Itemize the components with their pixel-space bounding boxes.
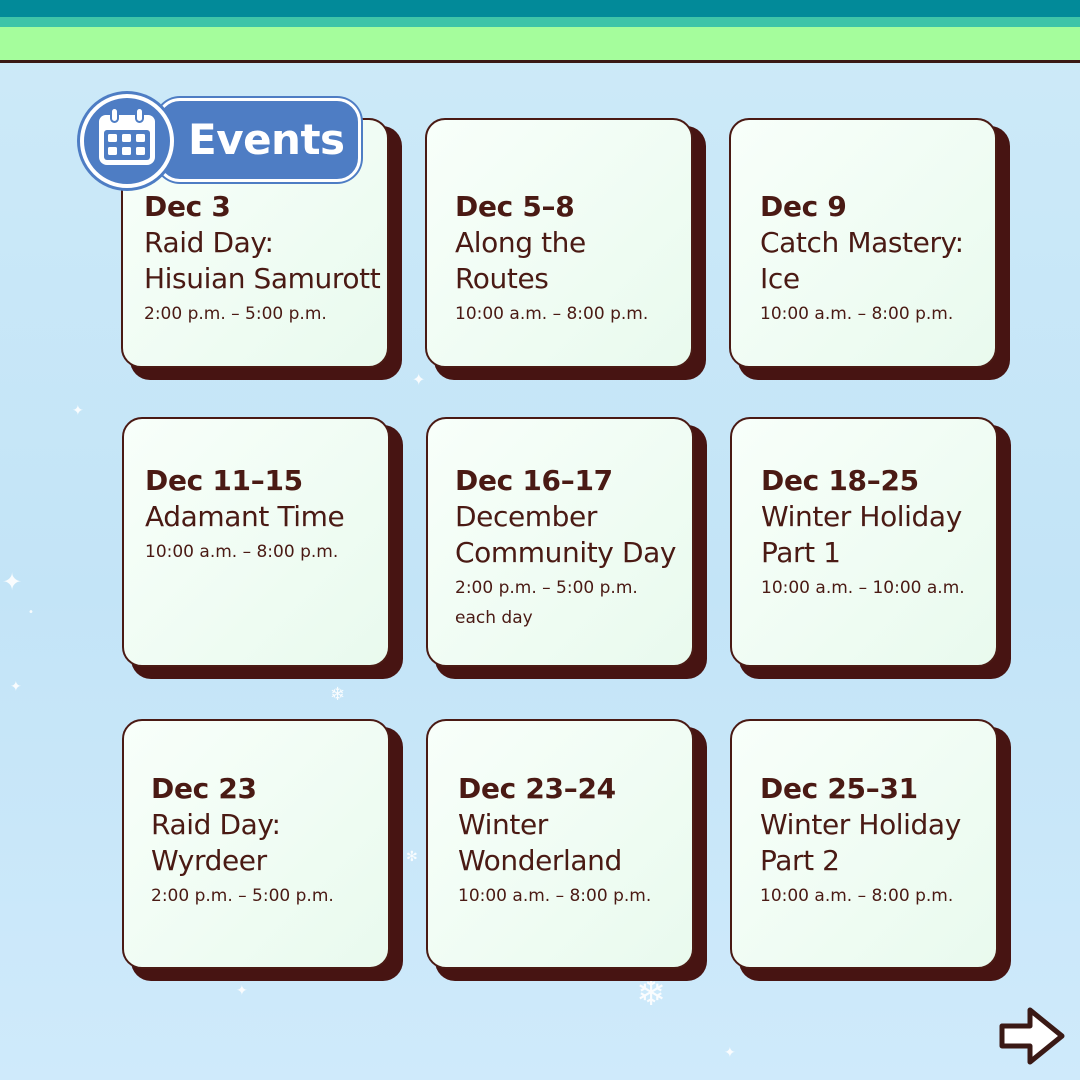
sparkle-icon: ✦ <box>72 403 84 419</box>
event-date: Dec 18–25 <box>761 464 919 497</box>
arrow-right-icon[interactable] <box>996 1002 1068 1070</box>
event-title-line: Hisuian Samurott <box>144 262 381 295</box>
sparkle-icon: ❄ <box>330 684 346 705</box>
header-divider <box>0 60 1080 63</box>
event-text: Dec 18–25 Winter Holiday Part 1 10:00 a.… <box>761 463 965 603</box>
sparkle-icon: ✻ <box>406 849 418 865</box>
event-date: Dec 3 <box>144 190 231 223</box>
header-band-teal <box>0 0 1080 17</box>
event-time: 2:00 p.m. – 5:00 p.m. <box>144 304 327 324</box>
event-text: Dec 11–15 Adamant Time 10:00 a.m. – 8:00… <box>145 463 345 567</box>
event-text: Dec 23 Raid Day: Wyrdeer 2:00 p.m. – 5:0… <box>151 771 334 911</box>
event-date: Dec 25–31 <box>760 772 918 805</box>
event-date: Dec 9 <box>760 190 847 223</box>
event-title-line: December <box>455 500 597 533</box>
event-date: Dec 23 <box>151 772 257 805</box>
event-title-line: Wonderland <box>458 844 622 877</box>
sparkle-icon: ✦ <box>2 568 23 596</box>
event-date: Dec 16–17 <box>455 464 613 497</box>
event-time: 10:00 a.m. – 8:00 p.m. <box>145 542 339 562</box>
event-text: Dec 16–17 December Community Day 2:00 p.… <box>455 463 676 633</box>
snowflake-icon: ❄ <box>636 973 667 1014</box>
event-title-line: Wyrdeer <box>151 844 267 877</box>
event-title-line: Catch Mastery: <box>760 226 964 259</box>
events-title: Events <box>188 115 345 164</box>
event-title-line: Part 1 <box>761 536 841 569</box>
event-title-line: Raid Day: <box>144 226 274 259</box>
event-title-line: Along the <box>455 226 586 259</box>
sparkle-icon: ✦ <box>724 1045 736 1061</box>
event-date: Dec 11–15 <box>145 464 303 497</box>
event-note: each day <box>455 608 533 628</box>
event-title-line: Winter <box>458 808 548 841</box>
sparkle-icon: • <box>28 607 34 618</box>
event-title-line: Raid Day: <box>151 808 281 841</box>
event-title-line: Part 2 <box>760 844 840 877</box>
event-title-line: Winter Holiday <box>761 500 962 533</box>
sparkle-icon: ✦ <box>10 679 22 695</box>
event-text: Dec 3 Raid Day: Hisuian Samurott 2:00 p.… <box>144 189 381 329</box>
event-date: Dec 5–8 <box>455 190 575 223</box>
event-text: Dec 5–8 Along the Routes 10:00 a.m. – 8:… <box>455 189 648 329</box>
event-time: 10:00 a.m. – 10:00 a.m. <box>761 578 965 598</box>
event-title-line: Adamant Time <box>145 500 345 533</box>
sparkle-icon: ✦ <box>236 983 248 999</box>
event-title-line: Community Day <box>455 536 677 569</box>
event-time: 10:00 a.m. – 8:00 p.m. <box>455 304 649 324</box>
calendar-icon <box>99 107 155 165</box>
event-time: 2:00 p.m. – 5:00 p.m. <box>151 886 334 906</box>
header-band-lime <box>0 27 1080 60</box>
event-date: Dec 23–24 <box>458 772 616 805</box>
event-text: Dec 23–24 Winter Wonderland 10:00 a.m. –… <box>458 771 651 911</box>
sparkle-icon: ✦ <box>412 370 426 389</box>
event-text: Dec 9 Catch Mastery: Ice 10:00 a.m. – 8:… <box>760 189 964 329</box>
event-title-line: Winter Holiday <box>760 808 961 841</box>
event-title-line: Ice <box>760 262 800 295</box>
header-band-aqua <box>0 17 1080 27</box>
event-time: 10:00 a.m. – 8:00 p.m. <box>458 886 652 906</box>
event-time: 2:00 p.m. – 5:00 p.m. <box>455 578 638 598</box>
event-time: 10:00 a.m. – 8:00 p.m. <box>760 304 954 324</box>
event-time: 10:00 a.m. – 8:00 p.m. <box>760 886 954 906</box>
event-title-line: Routes <box>455 262 549 295</box>
event-text: Dec 25–31 Winter Holiday Part 2 10:00 a.… <box>760 771 961 911</box>
